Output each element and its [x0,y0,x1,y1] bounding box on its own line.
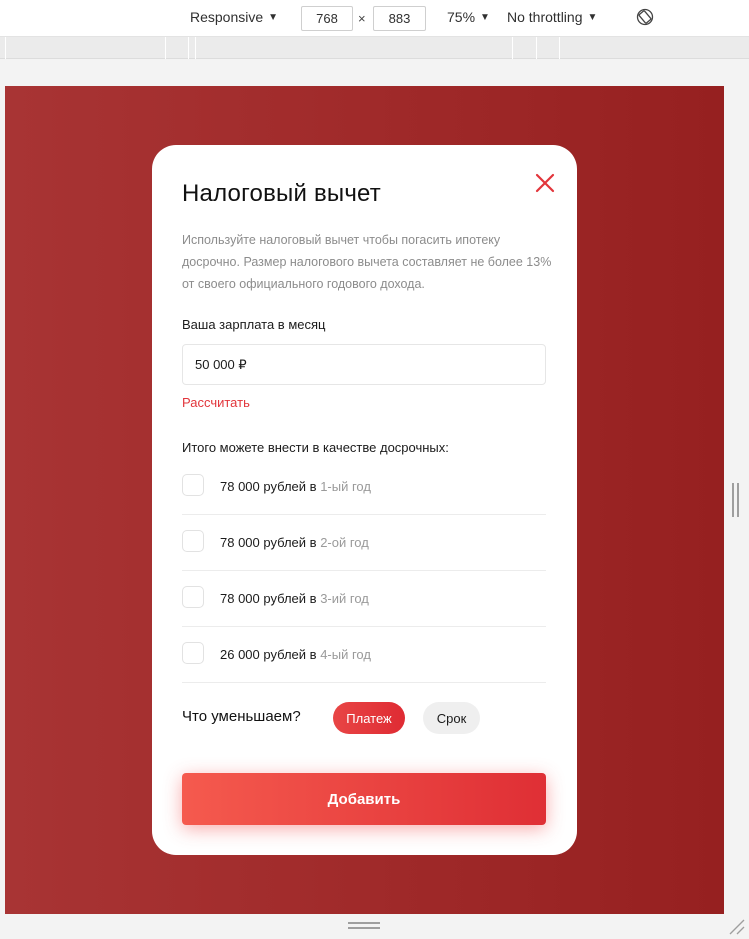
calculate-link[interactable]: Рассчитать [182,395,250,410]
year-3-checkbox[interactable] [182,586,204,608]
add-button[interactable]: Добавить [182,773,546,825]
modal-description: Используйте налоговый вычет чтобы погаси… [182,233,552,291]
resize-corner-icon[interactable] [727,917,745,935]
option-amount: 78 000 рублей в [220,479,321,494]
payment-toggle-button[interactable]: Платеж [333,702,405,734]
page-background: Налоговый вычет Используйте налоговый вы… [5,86,724,914]
option-amount: 78 000 рублей в [220,535,321,550]
throttling-select[interactable]: No throttling ▼ [507,9,597,25]
list-item[interactable]: 78 000 рублей в 3-ий год [182,571,546,627]
salary-label: Ваша зарплата в месяц [182,317,326,332]
height-input[interactable]: 883 [373,6,426,31]
list-item[interactable]: 26 000 рублей в 4-ый год [182,627,546,683]
term-toggle-button[interactable]: Срок [423,702,480,734]
list-item[interactable]: 78 000 рублей в 1-ый год [182,459,546,515]
modal-title: Налоговый вычет [182,180,381,207]
year-1-checkbox[interactable] [182,474,204,496]
option-amount: 78 000 рублей в [220,591,321,606]
zoom-select[interactable]: 75% ▼ [447,9,490,25]
close-icon[interactable] [534,172,556,194]
option-text: 26 000 рублей в 4-ый год [220,647,371,662]
salary-input[interactable] [182,344,546,385]
caret-down-icon: ▼ [268,11,279,23]
width-input[interactable]: 768 [301,6,353,31]
deduction-options-list: 78 000 рублей в 1-ый год 78 000 рублей в… [182,459,546,683]
option-text: 78 000 рублей в 2-ой год [220,535,369,550]
caret-down-icon: ▼ [480,11,490,23]
year-4-checkbox[interactable] [182,642,204,664]
zoom-select-label: 75% [447,9,476,25]
device-select[interactable]: Responsive ▼ [190,9,278,25]
total-label: Итого можете внести в качестве досрочных… [182,440,449,455]
option-year: 4-ый год [320,647,371,662]
devtools-toolbar: Responsive ▼ 768 × 883 75% ▼ No throttli… [0,0,749,37]
option-year: 2-ой год [320,535,369,550]
option-text: 78 000 рублей в 3-ий год [220,591,369,606]
tax-deduction-modal: Налоговый вычет Используйте налоговый вы… [152,145,577,855]
caret-down-icon: ▼ [587,11,598,23]
option-year: 3-ий год [320,591,369,606]
resize-handle-right[interactable] [732,483,739,517]
option-year: 1-ый год [320,479,371,494]
throttling-select-label: No throttling [507,9,583,25]
option-text: 78 000 рублей в 1-ый год [220,479,371,494]
reduce-label: Что уменьшаем? [182,708,301,725]
list-item[interactable]: 78 000 рублей в 2-ой год [182,515,546,571]
year-2-checkbox[interactable] [182,530,204,552]
rotate-icon[interactable] [636,8,654,26]
resize-handle-bottom[interactable] [348,922,380,930]
device-select-label: Responsive [190,9,264,25]
media-query-bar[interactable] [0,37,749,59]
dimension-separator: × [358,11,366,26]
option-amount: 26 000 рублей в [220,647,321,662]
